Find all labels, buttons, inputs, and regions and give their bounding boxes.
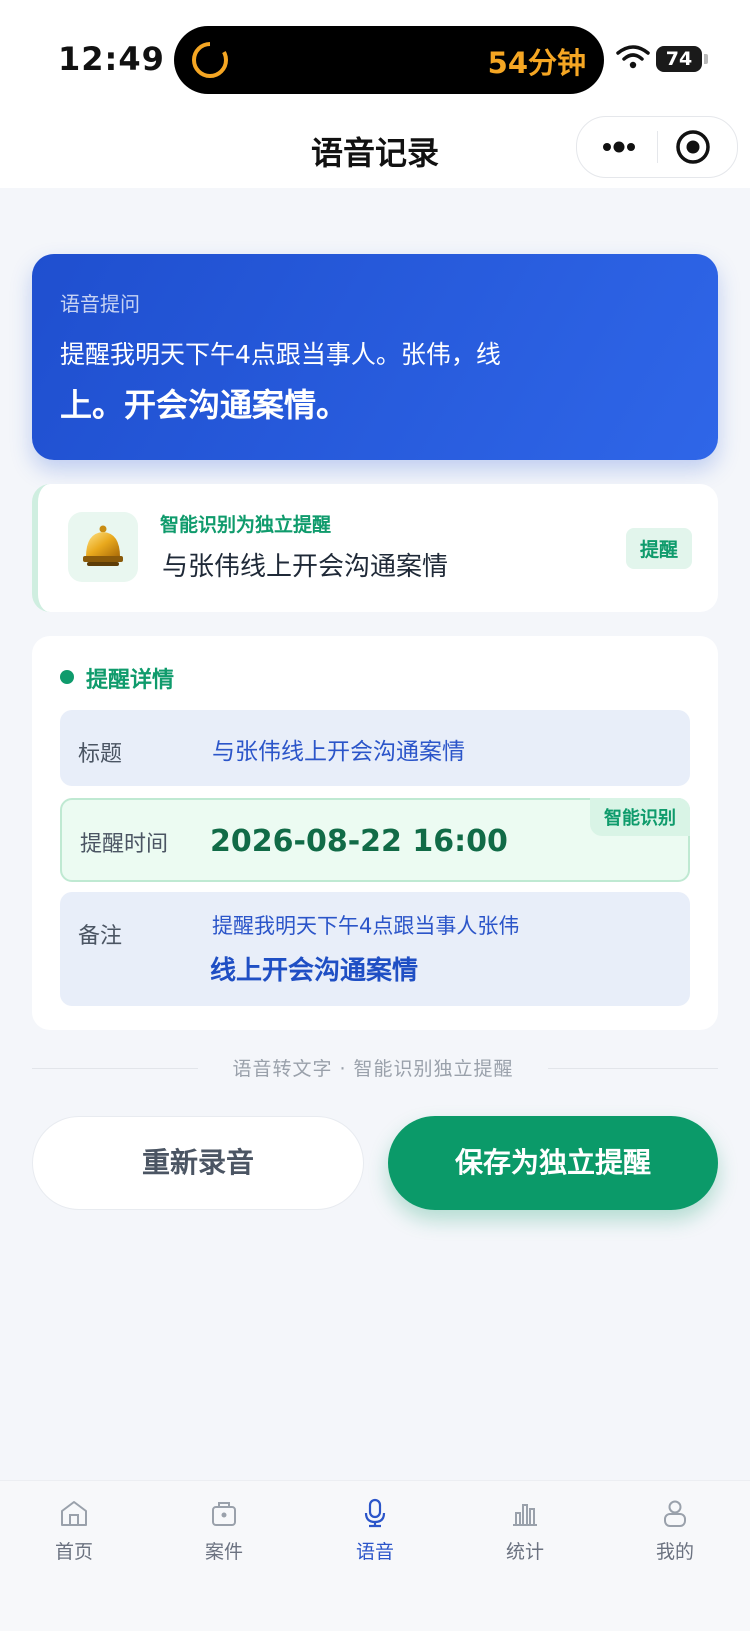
dynamic-island[interactable]: 54分钟 — [174, 26, 604, 94]
stats-icon — [513, 1504, 537, 1526]
timer-icon — [192, 41, 228, 78]
home-icon — [61, 1501, 87, 1526]
reminder-time-value: 2026-08-22 16:00 — [210, 824, 508, 859]
separator-line-right — [548, 1068, 718, 1069]
tab-profile[interactable]: 我的 — [615, 1497, 735, 1577]
tab-stats-label: 统计 — [505, 1541, 544, 1563]
title-label: 标题 — [78, 742, 123, 767]
note-label: 备注 — [78, 924, 123, 949]
status-bar: 12:49 54分钟 74 — [0, 0, 750, 112]
tab-voice-label: 语音 — [355, 1541, 394, 1563]
wifi-icon — [616, 45, 650, 69]
note-field[interactable]: 备注 提醒我明天下午4点跟当事人张伟 线上开会沟通案情 — [60, 892, 690, 1006]
recognition-card[interactable]: 智能识别为独立提醒 与张伟线上开会沟通案情 提醒 — [32, 484, 718, 612]
tab-profile-label: 我的 — [655, 1541, 694, 1563]
note-value-line1: 提醒我明天下午4点跟当事人张伟 — [212, 914, 520, 938]
save-reminder-button[interactable]: 保存为独立提醒 — [388, 1116, 718, 1210]
case-icon — [212, 1502, 236, 1526]
bell-icon — [83, 525, 123, 566]
microphone-icon — [364, 1498, 386, 1528]
navigation-bar: 语音记录 — [0, 112, 750, 188]
tab-cases-label: 案件 — [204, 1541, 243, 1563]
separator-line-left — [32, 1068, 198, 1069]
capsule-divider — [657, 131, 658, 163]
battery-tip — [704, 54, 708, 64]
title-field[interactable]: 标题 与张伟线上开会沟通案情 — [60, 710, 690, 786]
reminder-type-badge: 提醒 — [625, 528, 692, 569]
tab-stats[interactable]: 统计 — [465, 1497, 585, 1577]
reminder-detail-card: 提醒详情 标题 与张伟线上开会沟通案情 提醒时间 2026-08-22 16:0… — [32, 636, 718, 1030]
more-icon[interactable] — [599, 133, 639, 161]
close-miniprogram-icon[interactable] — [673, 127, 713, 167]
tab-home[interactable]: 首页 — [14, 1497, 134, 1577]
tab-bar: 首页 案件 语音 统计 我的 — [0, 1480, 750, 1631]
tab-cases[interactable]: 案件 — [164, 1497, 284, 1577]
note-value-line2: 线上开会沟通案情 — [210, 956, 419, 986]
tab-home-label: 首页 — [54, 1541, 93, 1563]
voice-question-card: 语音提问 提醒我明天下午4点跟当事人。张伟，线 上。开会沟通案情。 — [32, 254, 718, 460]
mini-program-capsule — [576, 116, 738, 178]
section-heading: 提醒详情 — [86, 668, 175, 693]
user-icon — [664, 1500, 686, 1527]
status-time: 12:49 — [58, 40, 165, 78]
reminder-time-label: 提醒时间 — [80, 832, 169, 857]
ai-recognized-badge: 智能识别 — [590, 798, 690, 836]
recognition-tag: 智能识别为独立提醒 — [160, 514, 332, 536]
voice-question-text: 提醒我明天下午4点跟当事人。张伟，线 — [60, 340, 501, 369]
live-activity-text: 54分钟 — [487, 46, 586, 80]
voice-question-text-emphasis: 上。开会沟通案情。 — [60, 386, 349, 424]
voice-question-label: 语音提问 — [60, 292, 140, 316]
rerecord-button[interactable]: 重新录音 — [32, 1116, 364, 1210]
battery-indicator: 74 — [656, 46, 702, 72]
recognition-title: 与张伟线上开会沟通案情 — [162, 552, 449, 582]
separator-text: 语音转文字 · 智能识别独立提醒 — [232, 1058, 514, 1080]
reminder-time-field[interactable]: 提醒时间 2026-08-22 16:00 智能识别 — [60, 798, 690, 882]
tab-voice[interactable]: 语音 — [315, 1497, 435, 1577]
title-value: 与张伟线上开会沟通案情 — [212, 739, 465, 765]
section-dot — [60, 670, 74, 684]
bell-icon-container — [68, 512, 138, 582]
